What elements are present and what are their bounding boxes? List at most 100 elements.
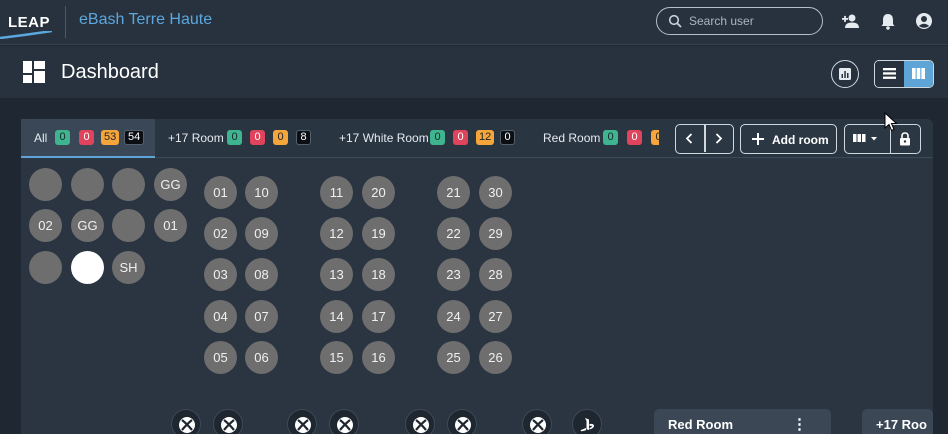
tab-label: Red Room bbox=[543, 131, 601, 145]
seat[interactable]: 16 bbox=[362, 341, 395, 374]
seat[interactable] bbox=[112, 168, 145, 201]
tab-17-white-room[interactable]: +17 White Room 0 0 12 0 bbox=[327, 119, 523, 158]
seat[interactable]: 18 bbox=[362, 258, 395, 291]
seat[interactable]: 26 bbox=[479, 341, 512, 374]
search-input[interactable] bbox=[689, 12, 814, 30]
account-icon[interactable] bbox=[914, 11, 934, 31]
tab-17-room[interactable]: +17 Room 0 0 0 8 bbox=[156, 119, 321, 158]
seat[interactable]: 29 bbox=[479, 217, 512, 250]
xbox-console[interactable] bbox=[447, 409, 477, 434]
count-badge-total: 0 bbox=[500, 130, 515, 145]
xbox-console[interactable] bbox=[213, 409, 243, 434]
xbox-console[interactable] bbox=[405, 409, 435, 434]
add-room-button[interactable]: Add room bbox=[740, 124, 837, 154]
xbox-icon bbox=[295, 417, 311, 433]
xbox-console[interactable] bbox=[287, 409, 317, 434]
seat[interactable]: 11 bbox=[320, 176, 353, 209]
chevron-right-icon bbox=[715, 133, 723, 144]
list-view-button[interactable] bbox=[875, 61, 904, 87]
logo-swoosh-icon bbox=[0, 31, 52, 39]
seat[interactable]: GG bbox=[154, 168, 187, 201]
seat[interactable]: 09 bbox=[245, 217, 278, 250]
seat[interactable]: 17 bbox=[362, 300, 395, 333]
seat[interactable]: 03 bbox=[204, 258, 237, 291]
room-tabs: All 0 0 53 54 +17 Room 0 0 0 8 +17 White… bbox=[21, 119, 933, 158]
seat[interactable]: 01 bbox=[154, 209, 187, 242]
tab-all[interactable]: All 0 0 53 54 bbox=[21, 119, 155, 158]
room-card-17-room[interactable]: +17 Roo bbox=[862, 409, 933, 434]
seat[interactable]: 28 bbox=[479, 258, 512, 291]
seat[interactable]: 13 bbox=[320, 258, 353, 291]
tab-red-room[interactable]: Red Room 0 0 0 bbox=[531, 119, 659, 158]
seat[interactable]: 06 bbox=[245, 341, 278, 374]
seat[interactable] bbox=[29, 251, 62, 284]
seat[interactable]: 08 bbox=[245, 258, 278, 291]
mouse-cursor-icon bbox=[884, 112, 898, 132]
count-badge-orange: 0 bbox=[273, 130, 288, 145]
seat[interactable]: 04 bbox=[204, 300, 237, 333]
leap-logo[interactable]: LEAP bbox=[0, 4, 52, 39]
seat-floor: GG 02 GG 01 SH 01 02 03 04 05 10 09 08 0… bbox=[21, 159, 933, 434]
seat[interactable]: GG bbox=[71, 209, 104, 242]
add-user-icon[interactable] bbox=[841, 11, 861, 31]
plus-icon bbox=[752, 133, 764, 145]
grid-view-button[interactable] bbox=[904, 61, 933, 87]
seat[interactable]: SH bbox=[112, 251, 145, 284]
bar-chart-icon bbox=[839, 68, 851, 80]
columns-icon bbox=[912, 68, 925, 79]
seat[interactable]: 01 bbox=[204, 176, 237, 209]
xbox-icon bbox=[221, 417, 237, 433]
seat[interactable]: 07 bbox=[245, 300, 278, 333]
seat[interactable]: 02 bbox=[29, 209, 62, 242]
seat[interactable]: 05 bbox=[204, 341, 237, 374]
seat[interactable]: 24 bbox=[437, 300, 470, 333]
top-bar: LEAP eBash Terre Haute bbox=[0, 0, 948, 45]
seat[interactable]: 15 bbox=[320, 341, 353, 374]
xbox-icon bbox=[530, 417, 546, 433]
seat[interactable]: 02 bbox=[204, 217, 237, 250]
stats-button[interactable] bbox=[831, 60, 859, 88]
seat-selected[interactable] bbox=[71, 251, 104, 284]
xbox-console[interactable] bbox=[171, 409, 201, 434]
next-tab-button[interactable] bbox=[705, 125, 733, 152]
count-badge-orange: 0 bbox=[651, 130, 659, 145]
seat[interactable]: 14 bbox=[320, 300, 353, 333]
seat[interactable]: 10 bbox=[245, 176, 278, 209]
seat[interactable]: 25 bbox=[437, 341, 470, 374]
prev-tab-button[interactable] bbox=[676, 125, 704, 152]
seat[interactable] bbox=[29, 168, 62, 201]
chevron-left-icon bbox=[685, 133, 693, 144]
count-badge-green: 0 bbox=[55, 130, 70, 145]
room-card-red-room[interactable]: Red Room ⋮ bbox=[654, 409, 831, 434]
tab-label: +17 Room bbox=[168, 131, 224, 145]
seat[interactable]: 19 bbox=[362, 217, 395, 250]
xbox-console[interactable] bbox=[522, 409, 552, 434]
count-badge-green: 0 bbox=[430, 130, 445, 145]
playstation-console[interactable] bbox=[572, 409, 602, 434]
add-room-label: Add room bbox=[772, 133, 829, 147]
view-toggle bbox=[874, 60, 934, 88]
seat[interactable]: 23 bbox=[437, 258, 470, 291]
count-badge-orange: 53 bbox=[101, 130, 120, 145]
page-title: Dashboard bbox=[61, 61, 159, 83]
count-badge-green: 0 bbox=[603, 130, 618, 145]
seat[interactable]: 20 bbox=[362, 176, 395, 209]
search-box[interactable] bbox=[656, 7, 823, 35]
more-options-icon[interactable]: ⋮ bbox=[792, 415, 807, 433]
bell-icon[interactable] bbox=[878, 11, 898, 31]
tab-label: All bbox=[34, 131, 48, 145]
seat[interactable]: 22 bbox=[437, 217, 470, 250]
seat[interactable]: 12 bbox=[320, 217, 353, 250]
seat[interactable] bbox=[71, 168, 104, 201]
count-badge-red: 0 bbox=[250, 130, 265, 145]
columns-dropdown-icon bbox=[853, 134, 877, 142]
seat[interactable] bbox=[112, 209, 145, 242]
seat[interactable]: 27 bbox=[479, 300, 512, 333]
xbox-console[interactable] bbox=[329, 409, 359, 434]
count-badge-green: 0 bbox=[227, 130, 242, 145]
seat[interactable]: 30 bbox=[479, 176, 512, 209]
seat[interactable]: 21 bbox=[437, 176, 470, 209]
list-icon bbox=[883, 68, 896, 79]
rooms-panel: All 0 0 53 54 +17 Room 0 0 0 8 +17 White… bbox=[21, 119, 933, 434]
app-title: eBash Terre Haute bbox=[79, 11, 213, 28]
